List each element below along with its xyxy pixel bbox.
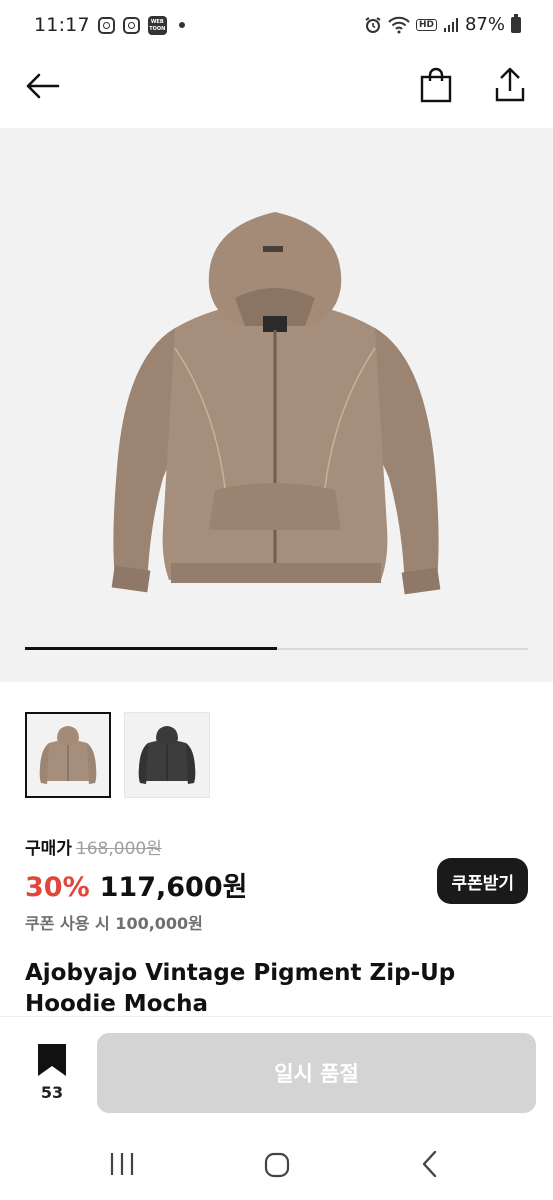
status-bar: 11:17 WEB TOON HD 87%: [0, 0, 553, 52]
wishlist-button[interactable]: 53: [24, 1043, 80, 1102]
sale-price: 117,600원: [99, 872, 248, 903]
signal-icon: [443, 17, 458, 32]
shopping-bag-button[interactable]: [416, 66, 456, 106]
thumbnail-mocha[interactable]: [25, 712, 111, 798]
gallery-progress-fill: [25, 647, 277, 650]
hoodie-thumbnail-image: [39, 726, 97, 784]
system-nav-bar: [0, 1128, 553, 1200]
webtoon-icon: WEB TOON: [147, 15, 167, 35]
share-icon: [495, 67, 525, 102]
hd-icon: HD: [415, 18, 437, 31]
discount-rate: 30%: [25, 872, 90, 903]
home-icon[interactable]: [264, 1152, 290, 1178]
shopping-bag-icon: [420, 67, 452, 103]
get-coupon-button[interactable]: 쿠폰받기: [437, 858, 528, 904]
bookmark-icon: [38, 1044, 66, 1076]
arrow-left-icon: [26, 73, 60, 99]
wifi-icon: [388, 16, 410, 33]
thumbnail-black[interactable]: [124, 712, 210, 798]
wishlist-count: 53: [40, 1083, 64, 1102]
gallery-progress: [25, 647, 528, 650]
sold-out-button[interactable]: 일시 품절: [97, 1033, 536, 1113]
recent-apps-icon[interactable]: [108, 1152, 136, 1176]
hoodie-image: [111, 212, 441, 595]
back-button[interactable]: [24, 68, 64, 104]
coupon-price-note: 쿠폰 사용 시 100,000원: [25, 914, 203, 933]
price-section: 구매가 168,000원 30% 117,600원 쿠폰 사용 시 100,00…: [25, 834, 528, 934]
instagram-icon: [122, 16, 140, 34]
hoodie-thumbnail-image: [138, 726, 196, 784]
alarm-icon: [365, 16, 381, 33]
battery-icon: [511, 13, 521, 33]
status-time: 11:17: [34, 14, 90, 36]
dot-icon: [178, 22, 185, 28]
product-title: Ajobyajo Vintage Pigment Zip-Up Hoodie M…: [25, 960, 456, 1017]
original-price: 168,000원: [75, 839, 162, 859]
nav-back-icon[interactable]: [420, 1150, 440, 1178]
battery-percent: 87%: [464, 14, 505, 35]
instagram-icon: [97, 16, 115, 34]
bottom-action-bar: 53 일시 품절: [0, 1016, 553, 1128]
price-label: 구매가: [25, 839, 72, 859]
product-image-gallery[interactable]: [0, 128, 553, 682]
color-thumbnails: [25, 712, 210, 798]
share-button[interactable]: [490, 66, 530, 106]
app-bar: [0, 52, 553, 128]
